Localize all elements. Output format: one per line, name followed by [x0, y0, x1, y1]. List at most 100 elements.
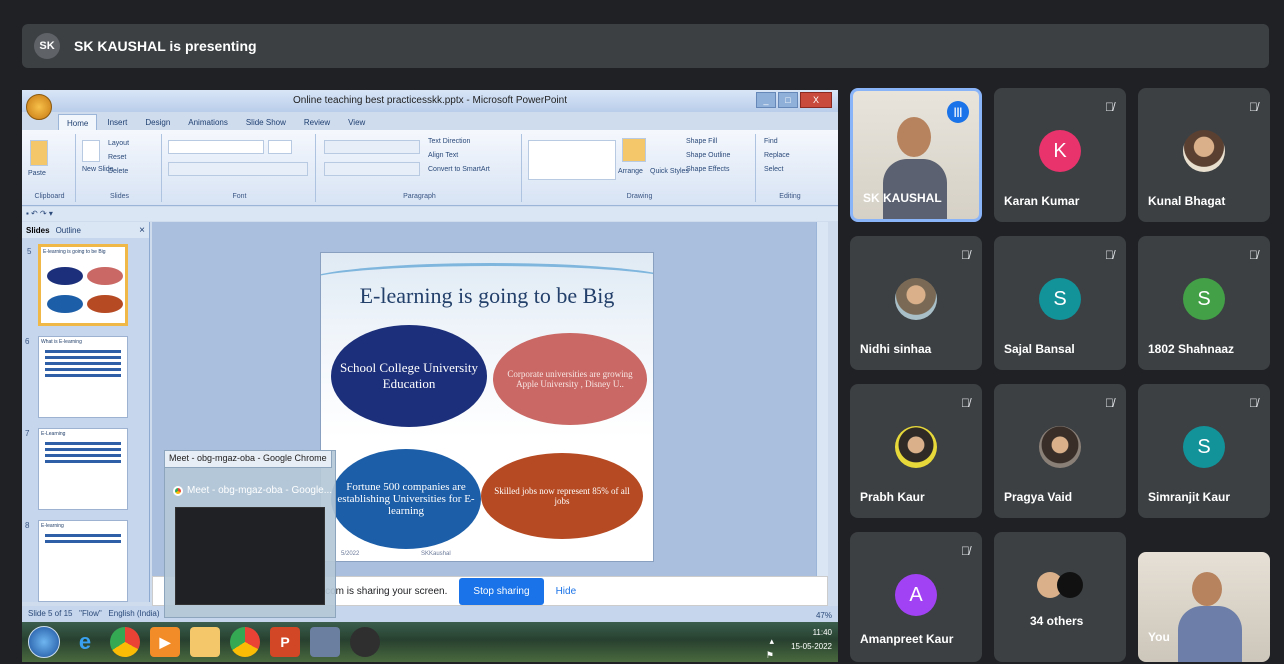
paste-icon[interactable] [30, 140, 48, 166]
participant-name: Prabh Kaur [860, 490, 925, 504]
replace-button[interactable]: Replace [764, 152, 790, 159]
font-format-buttons[interactable] [168, 162, 308, 176]
slide-thumbnail[interactable]: 8 E-learning [25, 520, 128, 602]
speaking-indicator-icon: ||| [947, 101, 969, 123]
preview-thumbnail [175, 507, 325, 605]
clipboard-group: Paste Clipboard [24, 134, 76, 202]
slide-title: E-learning is going to be Big [359, 283, 615, 308]
slide-thumbnail[interactable]: 6 What is E-learning [25, 336, 128, 418]
shapes-gallery[interactable] [528, 140, 616, 180]
delete-button[interactable]: Delete [108, 168, 128, 175]
close-button[interactable]: X [800, 92, 832, 108]
drawing-group-label: Drawing [626, 193, 653, 200]
thumb-title: E-learning [41, 523, 64, 529]
participant-tile[interactable]: 🎙̸ S 1802 Shahnaaz [1138, 236, 1270, 370]
others-avatar [1057, 572, 1083, 598]
slide-thumbnail[interactable]: 5 E-learning is going to be Big [27, 244, 128, 326]
align-text-button[interactable]: Align Text [428, 152, 458, 159]
others-avatars [1037, 572, 1083, 598]
align-buttons[interactable] [324, 162, 420, 176]
window-controls: _ □ X [756, 92, 832, 108]
others-tile[interactable]: 34 others [994, 532, 1126, 662]
windows-taskbar: e ▶ P ▴ ⚑ 🔊 11:40 15-05-2022 [22, 622, 838, 662]
preview-tooltip: Meet - obg-mgaz-oba - Google Chrome [164, 450, 332, 468]
slide-thumbnail[interactable]: 7 E-Learning [25, 428, 128, 510]
drawing-group: Arrange Quick Styles Shape Fill Shape Ou… [524, 134, 756, 202]
participant-tile[interactable]: 🎙̸ K Karan Kumar [994, 88, 1126, 222]
convert-smartart-button[interactable]: Convert to SmartArt [428, 166, 490, 173]
app-icon[interactable] [310, 627, 340, 657]
self-video [1178, 572, 1242, 662]
media-player-icon[interactable]: ▶ [150, 627, 180, 657]
chrome-icon[interactable] [110, 627, 140, 657]
minimize-button[interactable]: _ [756, 92, 776, 108]
font-size-box[interactable] [268, 140, 292, 154]
arrange-label[interactable]: Arrange [618, 168, 643, 175]
participant-tile[interactable]: ||| SK KAUSHAL [850, 88, 982, 222]
participant-tile[interactable]: 🎙̸ A Amanpreet Kaur [850, 532, 982, 662]
participant-tile[interactable]: 🎙̸ Pragya Vaid [994, 384, 1126, 518]
quick-access-toolbar[interactable]: ▪ ↶ ↷ ▾ [22, 207, 838, 221]
outline-pane-tab[interactable]: Outline [56, 226, 81, 235]
shape-effects-button[interactable]: Shape Effects [686, 166, 729, 173]
chrome-active-icon[interactable] [230, 627, 260, 657]
participant-name: Sajal Bansal [1004, 342, 1075, 356]
close-pane-icon[interactable]: × [139, 225, 145, 236]
participant-tile[interactable]: 🎙̸ Nidhi sinhaa [850, 236, 982, 370]
video-head [1192, 572, 1222, 606]
participant-name: Pragya Vaid [1004, 490, 1073, 504]
current-slide[interactable]: E-learning is going to be Big School Col… [320, 252, 654, 562]
ribbon: Paste Clipboard New Slide Layout Reset D… [22, 130, 838, 206]
powerpoint-icon[interactable]: P [270, 627, 300, 657]
paragraph-group-label: Paragraph [403, 193, 436, 200]
participant-tile[interactable]: 🎙̸ Kunal Bhagat [1138, 88, 1270, 222]
self-tile[interactable]: You [1138, 552, 1270, 662]
reset-button[interactable]: Reset [108, 154, 126, 161]
tray-icons[interactable]: ▴ ⚑ 🔊 [763, 634, 774, 662]
folder-icon[interactable] [190, 627, 220, 657]
mic-off-icon: 🎙̸ [961, 248, 970, 262]
slides-pane-tab[interactable]: Slides [26, 226, 50, 235]
shape-outline-button[interactable]: Shape Outline [686, 152, 730, 159]
office-button-icon[interactable] [26, 94, 52, 120]
text-direction-button[interactable]: Text Direction [428, 138, 470, 145]
preview-title: Meet - obg-mgaz-oba - Google... [173, 485, 332, 496]
select-button[interactable]: Select [764, 166, 783, 173]
layout-button[interactable]: Layout [108, 140, 129, 147]
mic-off-icon: 🎙̸ [1249, 396, 1258, 410]
vertical-scrollbar[interactable] [816, 222, 828, 602]
arrange-icon[interactable] [622, 138, 646, 162]
slide-footer-author: SKKaushal [421, 551, 451, 557]
slide-footer-date: 5/2022 [341, 551, 360, 557]
font-name-box[interactable] [168, 140, 264, 154]
shape-fill-button[interactable]: Shape Fill [686, 138, 717, 145]
stop-sharing-button[interactable]: Stop sharing [459, 577, 544, 605]
preview-title-text: Meet - obg-mgaz-oba - Google... [187, 485, 333, 496]
thumb-shape [87, 267, 123, 285]
quick-styles-label[interactable]: Quick Styles [650, 168, 689, 175]
font-group: Font [164, 134, 316, 202]
hide-button[interactable]: Hide [556, 586, 577, 597]
participant-tile[interactable]: 🎙̸ Prabh Kaur [850, 384, 982, 518]
participant-tile[interactable]: 🎙̸ S Simranjit Kaur [1138, 384, 1270, 518]
new-slide-icon[interactable] [82, 140, 100, 162]
bubble-skilled-jobs: Skilled jobs now represent 85% of all jo… [481, 453, 643, 539]
video-body [1178, 606, 1242, 662]
paste-label[interactable]: Paste [28, 170, 46, 177]
thumb-line [45, 534, 121, 537]
participant-name: Nidhi sinhaa [860, 342, 932, 356]
thumb-line [45, 374, 121, 377]
internet-explorer-icon[interactable]: e [70, 627, 100, 657]
participant-name: Simranjit Kaur [1148, 490, 1231, 504]
camera-icon[interactable] [350, 627, 380, 657]
chrome-taskbar-preview[interactable]: Meet - obg-mgaz-oba - Google... [164, 450, 336, 618]
bubble-corporate: Corporate universities are growing Apple… [493, 333, 647, 425]
thumb-line [45, 442, 121, 445]
list-buttons[interactable] [324, 140, 420, 154]
participant-tile[interactable]: 🎙̸ S Sajal Bansal [994, 236, 1126, 370]
shared-screen: Online teaching best practicesskk.pptx -… [22, 90, 838, 662]
start-button-icon[interactable] [28, 626, 60, 658]
find-button[interactable]: Find [764, 138, 778, 145]
meet-window: SK SK KAUSHAL is presenting Online teach… [0, 0, 1284, 664]
maximize-button[interactable]: □ [778, 92, 798, 108]
